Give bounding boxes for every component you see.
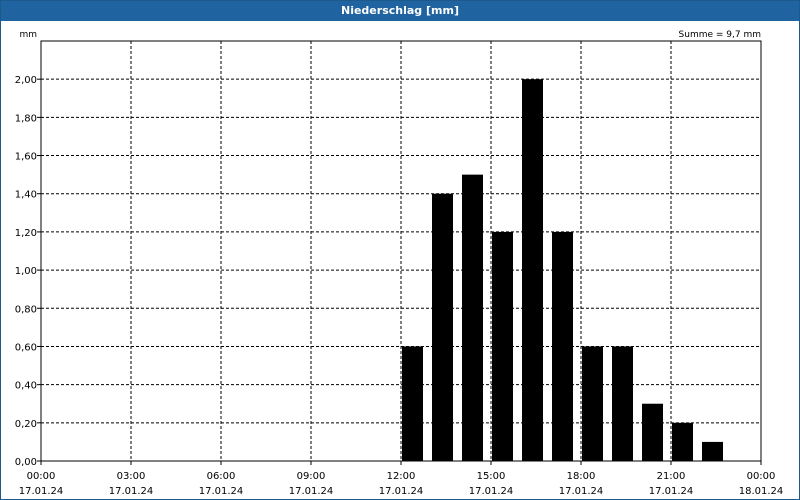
bar bbox=[462, 174, 483, 462]
x-tick-date: 18.01.24 bbox=[739, 486, 784, 497]
sum-annotation: Summe = 9,7 mm bbox=[679, 30, 761, 40]
y-tick-label: 0,00 bbox=[15, 457, 37, 468]
x-tick-date: 17.01.24 bbox=[19, 486, 64, 497]
x-tick-date: 17.01.24 bbox=[379, 486, 424, 497]
x-tick-date: 17.01.24 bbox=[109, 486, 154, 497]
bar bbox=[522, 79, 543, 461]
chart-window: Niederschlag [mm] 0,00 0,20 0,40 0,60 0,80 1,… bbox=[0, 0, 800, 500]
y-tick-label: 1,60 bbox=[15, 152, 37, 163]
precipitation-chart: 0,00 0,20 0,40 0,60 0,80 1,00 1,20 1,40 1,60 1,80… bbox=[15, 30, 784, 497]
x-tick-time: 00:00 bbox=[27, 471, 56, 482]
bar bbox=[492, 231, 513, 461]
bar bbox=[582, 346, 603, 461]
x-tick-time: 00:00 bbox=[747, 471, 776, 482]
y-tick-label: 1,80 bbox=[15, 113, 37, 124]
x-tick-time: 06:00 bbox=[207, 471, 236, 482]
x-tick-time: 12:00 bbox=[387, 471, 416, 482]
y-tick-label: 0,20 bbox=[15, 419, 37, 430]
x-tick-date: 17.01.24 bbox=[559, 486, 604, 497]
x-tick-time: 21:00 bbox=[657, 471, 686, 482]
bar bbox=[672, 422, 693, 461]
x-tick-time: 15:00 bbox=[477, 471, 506, 482]
y-tick-label: 2,00 bbox=[15, 75, 37, 86]
y-tick-label: 1,00 bbox=[15, 266, 37, 277]
x-tick-time: 09:00 bbox=[297, 471, 326, 482]
y-axis-label: mm bbox=[19, 30, 37, 40]
x-tick-date: 17.01.24 bbox=[199, 486, 244, 497]
x-tick-time: 03:00 bbox=[117, 471, 146, 482]
y-tick-label: 0,60 bbox=[15, 342, 37, 353]
x-tick-date: 17.01.24 bbox=[649, 486, 694, 497]
bar bbox=[612, 346, 633, 461]
y-tick-label: 0,80 bbox=[15, 304, 37, 315]
y-tick-label: 1,40 bbox=[15, 190, 37, 201]
x-tick-time: 18:00 bbox=[567, 471, 596, 482]
bar bbox=[402, 346, 423, 461]
x-tick-date: 17.01.24 bbox=[289, 486, 334, 497]
bar bbox=[702, 441, 723, 461]
bar bbox=[432, 193, 453, 461]
y-tick-label: 1,20 bbox=[15, 228, 37, 239]
bar bbox=[642, 403, 663, 461]
bar bbox=[552, 231, 573, 461]
y-tick-label: 0,40 bbox=[15, 381, 37, 392]
x-tick-date: 17.01.24 bbox=[469, 486, 514, 497]
